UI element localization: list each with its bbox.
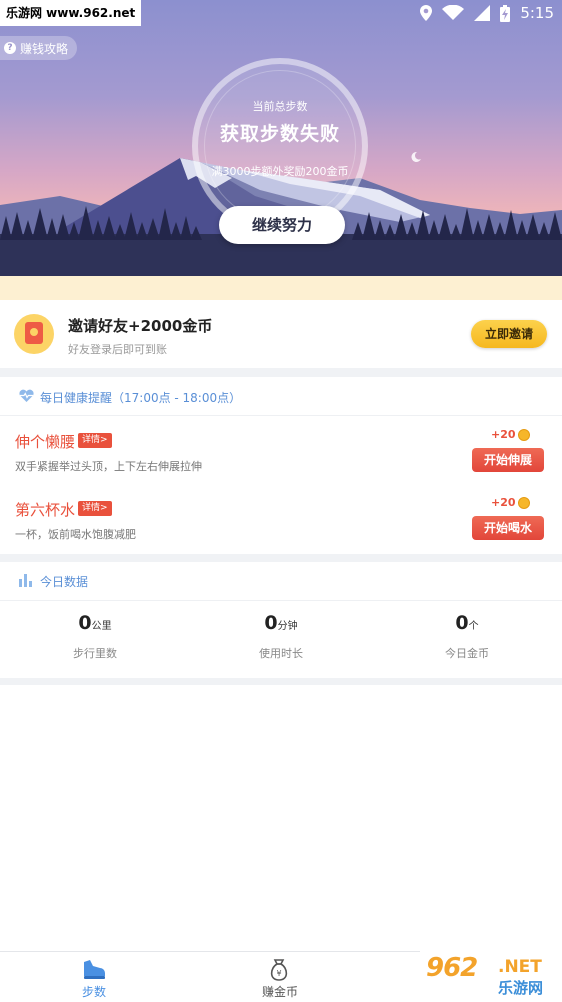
bar-chart-icon: [19, 574, 32, 587]
invite-now-button[interactable]: 立即邀请: [471, 320, 547, 348]
stat-unit: 公里: [91, 621, 112, 632]
today-data-header: 今日数据: [0, 562, 562, 601]
svg-text:¥: ¥: [276, 969, 281, 978]
tab-earn-coins[interactable]: ¥ 赚金币: [220, 952, 340, 1002]
today-data-title: 今日数据: [40, 575, 89, 589]
task-reward-amount: +20: [491, 496, 516, 509]
section-divider: [0, 678, 562, 685]
health-reminder-header: 每日健康提醒（17:00点 - 18:00点）: [0, 377, 562, 416]
start-stretch-button[interactable]: 开始伸展: [472, 448, 544, 472]
today-data-card: 今日数据 0公里 步行里数 0分钟 使用时长 0个 今日金币: [0, 562, 562, 678]
location-icon: [420, 5, 433, 21]
stat-unit: 分钟: [277, 621, 298, 632]
money-bag-icon: ¥: [270, 959, 288, 981]
step-bonus-hint: 满3000步额外奖励200金币: [211, 165, 349, 178]
app-screen: 乐游网 www.962.net 5:15 ? 赚钱攻略 当前总步数 获取步数失败…: [0, 0, 562, 1002]
task-name: 伸个懒腰: [15, 433, 76, 451]
watermark-logo: 962 .NET 乐游网: [420, 951, 562, 1002]
stat-label: 今日金币: [445, 647, 489, 660]
continue-button[interactable]: 继续努力: [219, 206, 345, 244]
task-description: 一杯，饭前喝水饱腹减肥: [15, 528, 136, 541]
health-reminder-title: 每日健康提醒（17:00点 - 18:00点）: [40, 391, 242, 405]
stat-label: 使用时长: [259, 647, 303, 660]
stat-usage-time: 0分钟 使用时长: [211, 612, 351, 661]
heart-pulse-icon: [19, 389, 34, 402]
stat-coins: 0个 今日金币: [397, 612, 537, 661]
battery-charging-icon: [500, 4, 511, 22]
task-detail-link[interactable]: 详情>: [78, 433, 112, 448]
task-reward: +20: [491, 496, 530, 509]
stat-distance: 0公里 步行里数: [25, 612, 165, 661]
stat-value: 0: [264, 612, 278, 634]
question-icon: ?: [4, 42, 16, 54]
invite-subtitle: 好友登录后即可到账: [68, 343, 167, 356]
signal-icon: [474, 5, 491, 21]
task-detail-link[interactable]: 详情>: [78, 501, 112, 516]
section-divider: [0, 554, 562, 562]
step-counter-label: 当前总步数: [252, 100, 308, 113]
watermark-site-label: 乐游网 www.962.net: [0, 0, 142, 26]
stat-value: 0: [455, 612, 469, 634]
watermark-logo-cn: 乐游网: [498, 979, 544, 997]
stat-label: 步行里数: [73, 647, 117, 660]
task-description: 双手紧握举过头顶，上下左右伸展拉伸: [15, 460, 202, 473]
health-task-water: 第六杯水 详情> 一杯，饭前喝水饱腹减肥 +20 开始喝水: [0, 485, 562, 553]
stat-value: 0: [78, 612, 92, 634]
invite-card: 邀请好友+2000金币 好友登录后即可到账 立即邀请: [0, 300, 562, 368]
health-reminder-card: 每日健康提醒（17:00点 - 18:00点） 伸个懒腰 详情> 双手紧握举过头…: [0, 377, 562, 554]
red-envelope-icon: [14, 314, 54, 354]
start-drink-water-button[interactable]: 开始喝水: [472, 516, 544, 540]
task-reward-amount: +20: [491, 428, 516, 441]
watermark-logo-net: .NET: [498, 957, 542, 977]
health-task-stretch: 伸个懒腰 详情> 双手紧握举过头顶，上下左右伸展拉伸 +20 开始伸展: [0, 417, 562, 485]
wifi-icon: [442, 5, 465, 20]
tab-steps[interactable]: 步数: [34, 952, 154, 1002]
earning-guide-button[interactable]: ? 赚钱攻略: [0, 36, 78, 60]
invite-title: 邀请好友+2000金币: [68, 317, 213, 335]
task-reward: +20: [491, 428, 530, 441]
tab-label: 步数: [81, 985, 106, 999]
task-name: 第六杯水: [15, 501, 76, 519]
watermark-logo-number: 962: [426, 953, 478, 983]
earning-guide-label: 赚钱攻略: [20, 41, 69, 56]
coin-icon: [517, 496, 530, 509]
step-counter-inner-ring: [204, 70, 356, 222]
coin-icon: [517, 428, 530, 441]
status-bar: 5:15: [420, 0, 562, 26]
hero-banner: 乐游网 www.962.net 5:15 ? 赚钱攻略 当前总步数 获取步数失败…: [0, 0, 562, 276]
notice-strip: [0, 276, 562, 300]
step-counter-status: 获取步数失败: [219, 123, 340, 145]
section-divider: [0, 368, 562, 377]
tab-label: 赚金币: [261, 985, 298, 999]
status-time: 5:15: [520, 4, 554, 22]
stat-unit: 个: [468, 621, 479, 632]
shoe-icon: [84, 960, 105, 979]
